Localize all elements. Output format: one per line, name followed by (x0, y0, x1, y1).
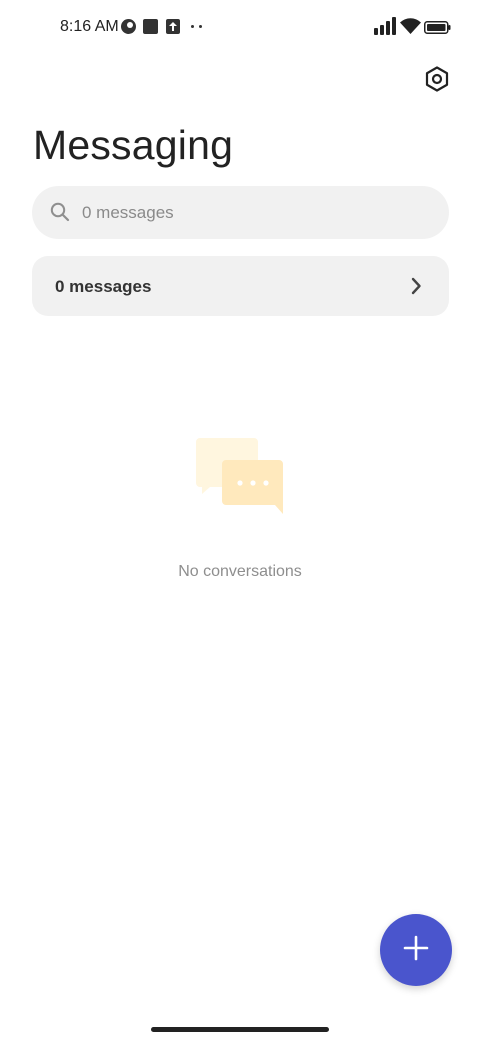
status-bar: 8:16 AM (0, 0, 480, 56)
all-messages-row[interactable]: 0 messages (32, 256, 449, 316)
search-input[interactable] (82, 186, 422, 239)
search-icon (50, 202, 70, 227)
more-notifications-icon (191, 25, 205, 29)
notification-upload-icon (166, 19, 180, 34)
page-title: Messaging (33, 122, 234, 168)
messages-row-label: 0 messages (55, 277, 152, 296)
battery-icon (424, 21, 451, 39)
settings-button[interactable] (420, 64, 454, 98)
plus-icon (403, 935, 429, 966)
messaging-screen: 8:16 AM Messaging 0 messages 0 messages … (0, 0, 480, 1040)
settings-hexagon-icon (425, 65, 449, 97)
notification-square-icon (143, 19, 158, 34)
chat-bubbles-icon (196, 437, 286, 522)
cellular-signal-icon (374, 17, 396, 40)
empty-state-text: No conversations (178, 563, 302, 580)
search-bar[interactable] (32, 186, 449, 239)
chevron-right-icon (410, 277, 422, 300)
wifi-icon (400, 17, 421, 40)
home-indicator[interactable] (151, 1027, 329, 1032)
status-time: 8:16 AM (60, 18, 119, 35)
new-conversation-button[interactable] (380, 914, 452, 986)
notification-pie-icon (121, 19, 136, 34)
